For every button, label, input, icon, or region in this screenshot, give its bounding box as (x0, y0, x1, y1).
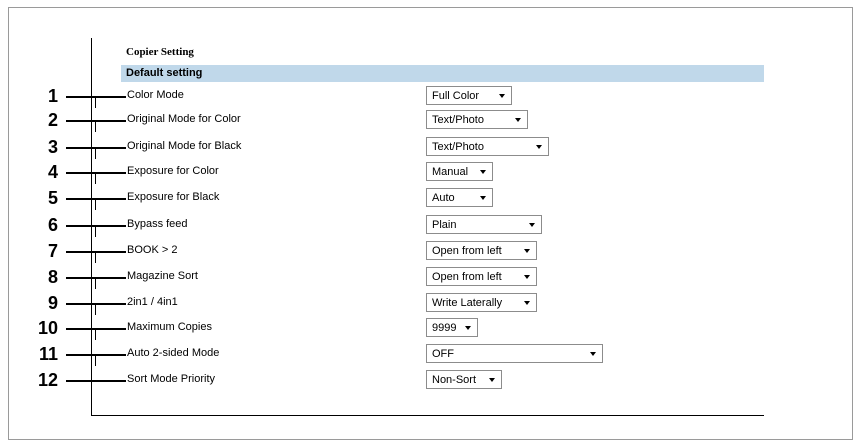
setting-row-bypass-feed: 6 Bypass feed Plain (0, 215, 856, 237)
setting-row-exposure-color: 4 Exposure for Color Manual (0, 162, 856, 184)
panel-edge-tick (95, 277, 96, 289)
setting-row-original-mode-color: 2 Original Mode for Color Text/Photo (0, 110, 856, 132)
section-subtitle: Default setting (126, 67, 203, 79)
section-title: Copier Setting (126, 46, 194, 58)
maximum-copies-selected-value: 9999 (432, 322, 457, 334)
panel-edge-tick (95, 328, 96, 340)
panel-edge-tick (95, 147, 96, 159)
color-mode-select[interactable]: Full Color (426, 86, 512, 105)
callout-number: 2 (47, 110, 58, 130)
callout-leader-line (66, 225, 126, 227)
chevron-down-icon[interactable] (524, 249, 530, 253)
2in1-4in1-selected-value: Write Laterally (432, 297, 503, 309)
callout-leader-line (66, 251, 126, 253)
original-mode-color-selected-value: Text/Photo (432, 114, 484, 126)
callout-leader-line (66, 120, 126, 122)
panel-edge-tick (95, 225, 96, 237)
setting-row-magazine-sort: 8 Magazine Sort Open from left (0, 267, 856, 289)
chevron-down-icon[interactable] (524, 301, 530, 305)
panel-edge-tick (95, 251, 96, 263)
original-mode-black-selected-value: Text/Photo (432, 141, 484, 153)
exposure-color-label: Exposure for Color (127, 165, 219, 177)
setting-row-sort-mode-priority: 12 Sort Mode Priority Non-Sort (0, 370, 856, 390)
section-header-bar: Default setting (121, 65, 764, 82)
setting-row-color-mode: 1 Color Mode Full Color (0, 86, 856, 108)
exposure-black-label: Exposure for Black (127, 191, 220, 203)
chevron-down-icon[interactable] (524, 275, 530, 279)
chevron-down-icon[interactable] (480, 170, 486, 174)
callout-number: 10 (37, 318, 58, 338)
2in1-4in1-select[interactable]: Write Laterally (426, 293, 537, 312)
book-2-select[interactable]: Open from left (426, 241, 537, 260)
chevron-down-icon[interactable] (465, 326, 471, 330)
panel-edge-tick (95, 303, 96, 315)
callout-leader-line (66, 328, 126, 330)
callout-number: 12 (37, 370, 58, 390)
callout-number: 8 (47, 267, 58, 287)
auto-2-sided-mode-label: Auto 2-sided Mode (127, 347, 220, 359)
2in1-4in1-label: 2in1 / 4in1 (127, 296, 178, 308)
callout-number: 9 (47, 293, 58, 313)
bypass-feed-select[interactable]: Plain (426, 215, 542, 234)
setting-row-2in1-4in1: 9 2in1 / 4in1 Write Laterally (0, 293, 856, 315)
callout-leader-line (66, 96, 126, 98)
callout-number: 1 (47, 86, 58, 106)
callout-number: 3 (47, 137, 58, 157)
chevron-down-icon[interactable] (536, 145, 542, 149)
maximum-copies-select[interactable]: 9999 (426, 318, 478, 337)
maximum-copies-label: Maximum Copies (127, 321, 212, 333)
book-2-selected-value: Open from left (432, 245, 502, 257)
chevron-down-icon[interactable] (499, 94, 505, 98)
panel-edge-tick (95, 354, 96, 366)
callout-leader-line (66, 277, 126, 279)
callout-leader-line (66, 172, 126, 174)
chevron-down-icon[interactable] (515, 118, 521, 122)
chevron-down-icon[interactable] (590, 352, 596, 356)
bypass-feed-label: Bypass feed (127, 218, 188, 230)
sort-mode-priority-select[interactable]: Non-Sort (426, 370, 502, 389)
panel-edge-tick (95, 172, 96, 184)
exposure-color-selected-value: Manual (432, 166, 469, 178)
magazine-sort-selected-value: Open from left (432, 271, 502, 283)
sort-mode-priority-label: Sort Mode Priority (127, 373, 216, 385)
panel-edge-tick (95, 198, 96, 210)
original-mode-color-label: Original Mode for Color (127, 113, 241, 125)
chevron-down-icon[interactable] (489, 378, 495, 382)
original-mode-color-select[interactable]: Text/Photo (426, 110, 528, 129)
bypass-feed-selected-value: Plain (432, 219, 457, 231)
callout-leader-line (66, 147, 126, 149)
callout-number: 6 (47, 215, 58, 235)
callout-leader-line (66, 380, 126, 382)
original-mode-black-select[interactable]: Text/Photo (426, 137, 549, 156)
callout-number: 11 (38, 344, 58, 364)
original-mode-black-label: Original Mode for Black (127, 140, 242, 152)
exposure-color-select[interactable]: Manual (426, 162, 493, 181)
auto-2-sided-mode-selected-value: OFF (432, 348, 454, 360)
setting-row-book-2: 7 BOOK > 2 Open from left (0, 241, 856, 263)
setting-row-original-mode-black: 3 Original Mode for Black Text/Photo (0, 137, 856, 159)
panel-edge-tick (95, 120, 96, 132)
book-2-label: BOOK > 2 (127, 244, 178, 256)
callout-leader-line (66, 303, 126, 305)
setting-row-maximum-copies: 10 Maximum Copies 9999 (0, 318, 856, 340)
setting-row-auto-2-sided-mode: 11 Auto 2-sided Mode OFF (0, 344, 856, 366)
callout-leader-line (66, 198, 126, 200)
color-mode-selected-value: Full Color (432, 90, 480, 102)
callout-number: 4 (47, 162, 58, 182)
exposure-black-select[interactable]: Auto (426, 188, 493, 207)
magazine-sort-label: Magazine Sort (127, 270, 198, 282)
callout-number: 5 (47, 188, 58, 208)
setting-row-exposure-black: 5 Exposure for Black Auto (0, 188, 856, 210)
sort-mode-priority-selected-value: Non-Sort (432, 374, 477, 386)
callout-number: 7 (47, 241, 58, 261)
exposure-black-selected-value: Auto (432, 192, 455, 204)
callout-leader-line (66, 354, 126, 356)
color-mode-label: Color Mode (127, 89, 184, 101)
chevron-down-icon[interactable] (529, 223, 535, 227)
panel-edge-tick (95, 96, 96, 108)
auto-2-sided-mode-select[interactable]: OFF (426, 344, 603, 363)
chevron-down-icon[interactable] (480, 196, 486, 200)
magazine-sort-select[interactable]: Open from left (426, 267, 537, 286)
